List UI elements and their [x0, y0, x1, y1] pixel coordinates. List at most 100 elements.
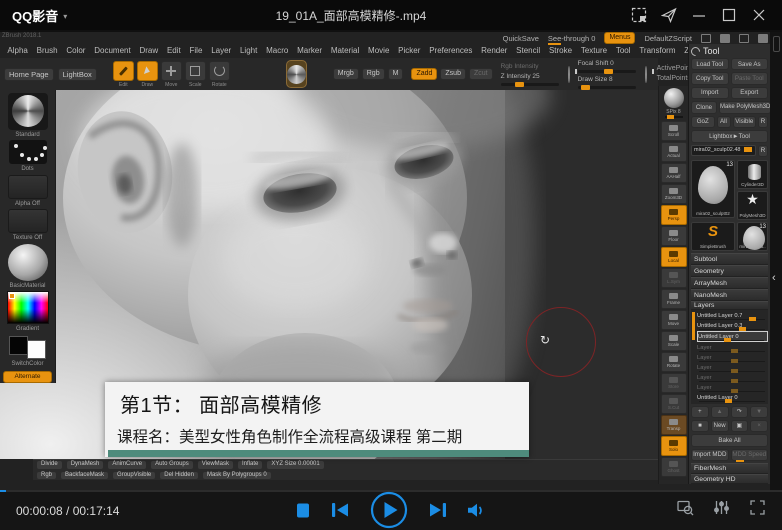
right-shelf-button[interactable]: Rotate [661, 352, 687, 372]
layer-row[interactable]: Untitled Layer 0 [697, 331, 768, 342]
menu-item[interactable]: Light [236, 46, 262, 55]
right-shelf-button[interactable]: Frame [661, 289, 687, 309]
layer-footer[interactable]: Untitled Layer 0 [697, 393, 768, 402]
focal-shift-slider[interactable]: Focal Shift 0 [578, 60, 636, 67]
tool-panel-header[interactable]: Tool [691, 46, 768, 56]
previous-button[interactable] [332, 503, 348, 517]
menu-item[interactable]: Document [90, 46, 135, 55]
tray-button[interactable]: DynaMesh [66, 460, 105, 469]
snapshot-inspect-icon[interactable] [677, 499, 694, 521]
zadd-button[interactable]: Zadd [411, 68, 437, 80]
make-polymesh3d-button[interactable]: Make PolyMesh3D [719, 101, 770, 113]
simplebrush-thumbnail[interactable]: S SimpleBrush [691, 222, 735, 251]
tray-button[interactable]: BackfaceMask [60, 471, 109, 480]
right-shelf-button[interactable]: Move [661, 310, 687, 330]
zsub-button[interactable]: Zsub [440, 68, 466, 80]
rotate-mode-button[interactable] [209, 61, 230, 81]
alpha-picker[interactable] [8, 175, 48, 199]
goz-button[interactable]: GoZ [691, 116, 715, 128]
menu-item[interactable]: Material [326, 46, 363, 55]
tool-section-header[interactable]: ArrayMesh [691, 277, 768, 289]
stop-button[interactable] [296, 503, 310, 518]
fullscreen-icon[interactable] [749, 499, 766, 521]
clone-button[interactable]: Clone [691, 101, 717, 113]
main-color-swatch[interactable] [9, 336, 28, 355]
menu-item[interactable]: Stencil [512, 46, 545, 55]
panel-icon[interactable] [720, 34, 730, 43]
save-as-button[interactable]: Save As [731, 58, 769, 70]
copy-tool-button[interactable]: Copy Tool [691, 72, 729, 84]
draw-size-slider[interactable]: Draw Size 8 [578, 76, 636, 83]
tray-button[interactable]: XYZ Size 0.00001 [266, 460, 324, 469]
mdd-speed-slider[interactable]: MDD Speed [731, 449, 769, 461]
layer-row[interactable]: Layer [697, 343, 768, 352]
layer-row[interactable]: Untitled Layer 0.7 [697, 311, 768, 320]
tool-section-header[interactable]: FiberMesh [691, 463, 768, 474]
layer-action-button[interactable]: + [691, 406, 709, 418]
bake-all-button[interactable]: Bake All [691, 434, 768, 446]
right-shelf-button[interactable]: L.Sym [661, 268, 687, 288]
layer-row[interactable]: Layer [697, 353, 768, 362]
draw-size-track[interactable] [578, 86, 636, 89]
volume-button[interactable] [468, 503, 486, 518]
import-button[interactable]: Import [691, 87, 729, 99]
brush-picker[interactable] [8, 93, 48, 130]
settings-sliders-icon[interactable] [713, 499, 730, 521]
tool-section-header[interactable]: Geometry [691, 265, 768, 277]
tray-button[interactable]: Del Hidden [159, 471, 199, 480]
menu-item[interactable]: Render [477, 46, 512, 55]
tray-button[interactable]: AnimCurve [107, 460, 147, 469]
menu-item[interactable]: Draw [135, 46, 162, 55]
menu-item[interactable]: Color [62, 46, 90, 55]
right-shelf-button[interactable]: Local [661, 247, 687, 267]
right-shelf-button[interactable]: Zoom3D [661, 184, 687, 204]
current-brush-button[interactable] [286, 60, 307, 88]
layer-row[interactable]: Layer [697, 383, 768, 392]
right-shelf-button[interactable]: Solo [661, 436, 687, 456]
edit-mode-button[interactable] [113, 61, 134, 81]
stroke-picker[interactable] [9, 140, 47, 164]
tray-button[interactable]: ViewMask [197, 460, 234, 469]
polymesh3d-thumbnail[interactable]: ★ PolyMesh3D [737, 191, 768, 220]
tool-section-header[interactable]: NanoMesh [691, 289, 768, 301]
goz-all-button[interactable]: All [717, 116, 731, 128]
screenshot-icon[interactable] [630, 7, 647, 24]
menu-item[interactable]: Edit [163, 46, 186, 55]
menu-item[interactable]: Alpha [3, 46, 32, 55]
app-menu[interactable]: QQ影音 ▾ [0, 6, 67, 25]
load-tool-button[interactable]: Load Tool [691, 58, 729, 70]
right-shelf-button[interactable]: Persp [661, 205, 687, 225]
layer-action-button[interactable]: New [711, 420, 729, 432]
lock-icon[interactable] [739, 34, 749, 43]
play-button[interactable] [370, 491, 408, 529]
maximize-button[interactable] [720, 7, 737, 24]
layer-action-button[interactable]: ↷ [731, 406, 749, 418]
layer-action-button[interactable]: ▼ [750, 406, 768, 418]
tool-r-button[interactable]: R [758, 145, 768, 157]
draw-mode-button[interactable] [137, 61, 158, 81]
right-shelf-button[interactable]: S.Cut [661, 394, 687, 414]
tray-button[interactable]: Inflate [237, 460, 263, 469]
next-button[interactable] [430, 503, 446, 517]
z-intensity-track[interactable] [501, 83, 559, 86]
menu-item[interactable]: Brush [32, 46, 62, 55]
material-picker[interactable] [8, 244, 48, 281]
zcut-button[interactable]: Zcut [469, 68, 493, 80]
layers-section-header[interactable]: Layers [691, 301, 768, 310]
right-shelf-button[interactable]: Scroll [661, 121, 687, 141]
render-preview-sphere[interactable] [664, 88, 684, 108]
spix-slider[interactable] [665, 116, 683, 118]
active-tool-slider[interactable]: mira02_sculp02.48 [691, 145, 756, 156]
share-plane-icon[interactable] [660, 7, 677, 24]
mrgb-button[interactable]: Mrgb [333, 68, 359, 80]
right-shelf-button[interactable]: Transp [661, 415, 687, 435]
cylinder3d-thumbnail[interactable]: Cylinder3D [737, 160, 768, 189]
session-icon[interactable] [758, 34, 768, 43]
layer-row[interactable]: Layer [697, 373, 768, 382]
lightbox-button[interactable]: LightBox [58, 68, 97, 81]
tray-button[interactable]: Mask By Polygroups 0 [202, 471, 272, 480]
tray-button[interactable]: Divide [36, 460, 63, 469]
tray-button[interactable]: Rgb [36, 471, 57, 480]
move-mode-button[interactable] [161, 61, 182, 81]
menu-item[interactable]: Movie [364, 46, 394, 55]
